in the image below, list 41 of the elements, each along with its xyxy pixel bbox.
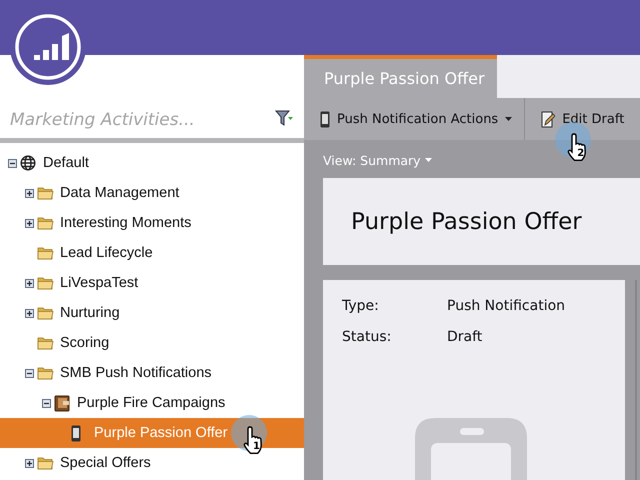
tree-item[interactable]: Interesting Moments (0, 208, 304, 238)
tree-item[interactable]: Lead Lifecycle (0, 238, 304, 268)
tree-item[interactable]: LiVespaTest (0, 268, 304, 298)
folder-icon (37, 246, 54, 260)
phone-icon (71, 424, 81, 442)
folder-icon (37, 456, 54, 470)
expand-icon[interactable] (25, 278, 34, 288)
caret-icon (505, 117, 512, 121)
folder-icon (37, 366, 54, 380)
field-value: Draft (447, 329, 482, 347)
field-label: Type: (342, 298, 380, 316)
collapse-icon[interactable] (42, 398, 51, 408)
folder-icon (37, 186, 54, 200)
asset-title: Purple Passion Offer (351, 208, 582, 234)
collapse-icon[interactable] (25, 368, 34, 378)
actions-menu-button[interactable]: Push Notification Actions (304, 98, 524, 140)
field-label: Status: (342, 329, 392, 347)
tree-item[interactable]: Scoring (0, 328, 304, 358)
caret-icon (424, 158, 432, 162)
expand-icon[interactable] (25, 308, 34, 318)
step-number: 2 (577, 148, 584, 159)
tree-item[interactable]: Purple Fire Campaigns (0, 388, 304, 418)
expand-icon[interactable] (25, 188, 34, 198)
folder-icon (37, 276, 54, 290)
globe-icon (20, 155, 36, 171)
field-value: Push Notification (447, 298, 566, 316)
tree-item[interactable]: Data Management (0, 178, 304, 208)
tree-item[interactable]: SMB Push Notifications (0, 358, 304, 388)
folder-icon (37, 336, 54, 350)
edit-icon (541, 110, 556, 128)
tree-item[interactable]: Default (0, 148, 304, 178)
expand-icon[interactable] (25, 218, 34, 228)
phone-icon (320, 110, 330, 128)
filter-icon[interactable] (274, 109, 294, 127)
collapse-icon[interactable] (8, 158, 17, 168)
expand-icon[interactable] (25, 458, 34, 468)
folder-icon (37, 306, 54, 320)
search-field[interactable]: Marketing Activities... (10, 107, 274, 133)
box-icon (54, 394, 71, 412)
folder-icon (37, 216, 54, 230)
tree-item[interactable]: Nurturing (0, 298, 304, 328)
